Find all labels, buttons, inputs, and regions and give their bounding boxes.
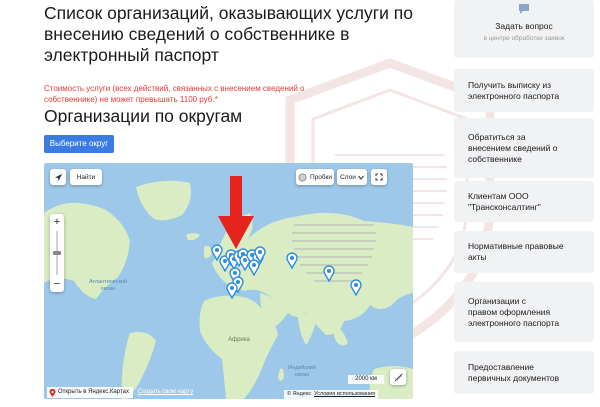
zoom-control[interactable]: + −: [50, 214, 64, 292]
sidebar-link-label: Клиентам ООО: [468, 191, 529, 201]
ask-question-title: Задать вопрос: [495, 21, 553, 31]
page-title: Список организаций, оказывающих услуги п…: [44, 3, 413, 65]
map-attribution: © Яндекс Условия использования: [284, 390, 379, 399]
sidebar-link-label: электронного паспорта: [468, 318, 560, 328]
traffic-button[interactable]: Пробки: [296, 169, 334, 185]
sidebar-link-passport-extract[interactable]: Получить выписку из электронного паспорта: [454, 69, 594, 112]
sidebar-link-label: Нормативные правовые: [468, 241, 564, 251]
fullscreen-icon: [375, 173, 383, 181]
select-district-button[interactable]: Выберите округ: [44, 135, 114, 153]
chevron-down-icon: [358, 175, 364, 180]
section-title: Организации по округам: [44, 106, 243, 126]
layers-dropdown[interactable]: Слои: [337, 169, 367, 185]
sidebar-link-label: Предоставление: [468, 362, 535, 372]
yandex-map[interactable]: Атлантический океан Индийский океан Африка…: [44, 163, 413, 399]
open-in-yandex-link[interactable]: Открыть в Яндекс.Картах: [47, 387, 133, 398]
traffic-icon: [298, 173, 307, 181]
sidebar-link-transconsulting[interactable]: Клиентам ООО "Трансконсалтинг": [454, 181, 594, 222]
geolocation-button[interactable]: [50, 169, 66, 185]
locate-icon: [54, 173, 62, 181]
ruler-button[interactable]: [390, 369, 406, 385]
sidebar-link-label: Организации с: [468, 296, 527, 306]
sidebar-link-regulations[interactable]: Нормативные правовые акты: [454, 231, 594, 273]
zoom-slider-handle[interactable]: [53, 251, 61, 255]
label-africa: Африка: [228, 337, 250, 343]
label-indian-ocean: Индийский океан: [288, 364, 316, 378]
map-canvas[interactable]: Атлантический океан Индийский океан Африка: [44, 163, 413, 399]
sidebar-link-primary-docs[interactable]: Предоставление первичных документов: [454, 351, 594, 394]
sidebar-link-owner-info[interactable]: Обратиться за внесением сведений о собстве…: [454, 118, 594, 178]
map-search-button[interactable]: Найти: [70, 169, 102, 185]
ask-question-card[interactable]: Задать вопрос в центре обработки заявок: [454, 0, 594, 58]
fullscreen-button[interactable]: [371, 169, 387, 185]
sidebar-link-label: Обратиться за: [468, 132, 526, 142]
sidebar-link-label: электронного паспорта: [468, 91, 560, 101]
sidebar-link-label: собственнике: [468, 154, 522, 164]
sidebar-link-label: акты: [468, 252, 487, 262]
yandex-pin-icon: [49, 388, 56, 397]
sidebar-link-label: "Трансконсалтинг": [468, 202, 541, 212]
sidebar-link-organizations[interactable]: Организации с правом оформления электронно…: [454, 282, 594, 342]
map-scale: 2000 км: [348, 375, 384, 384]
sidebar-link-label: первичных документов: [468, 373, 560, 383]
sidebar-link-label: внесением сведений о: [468, 143, 558, 153]
price-note: Стоимость услуги (всех действий, связанн…: [44, 84, 305, 104]
sidebar-link-label: Получить выписку из: [468, 80, 552, 90]
zoom-in-icon[interactable]: +: [54, 216, 60, 228]
sidebar-link-label: правом оформления: [468, 307, 551, 317]
chat-bubble-icon: [519, 4, 529, 14]
zoom-out-icon[interactable]: −: [54, 278, 60, 290]
ruler-icon: [394, 373, 402, 381]
ask-question-subtitle: в центре обработки заявок: [483, 35, 565, 42]
terms-link[interactable]: Условия использования: [314, 390, 375, 399]
zoom-slider[interactable]: [53, 231, 61, 275]
create-map-link[interactable]: Создать свою карту: [138, 387, 193, 398]
